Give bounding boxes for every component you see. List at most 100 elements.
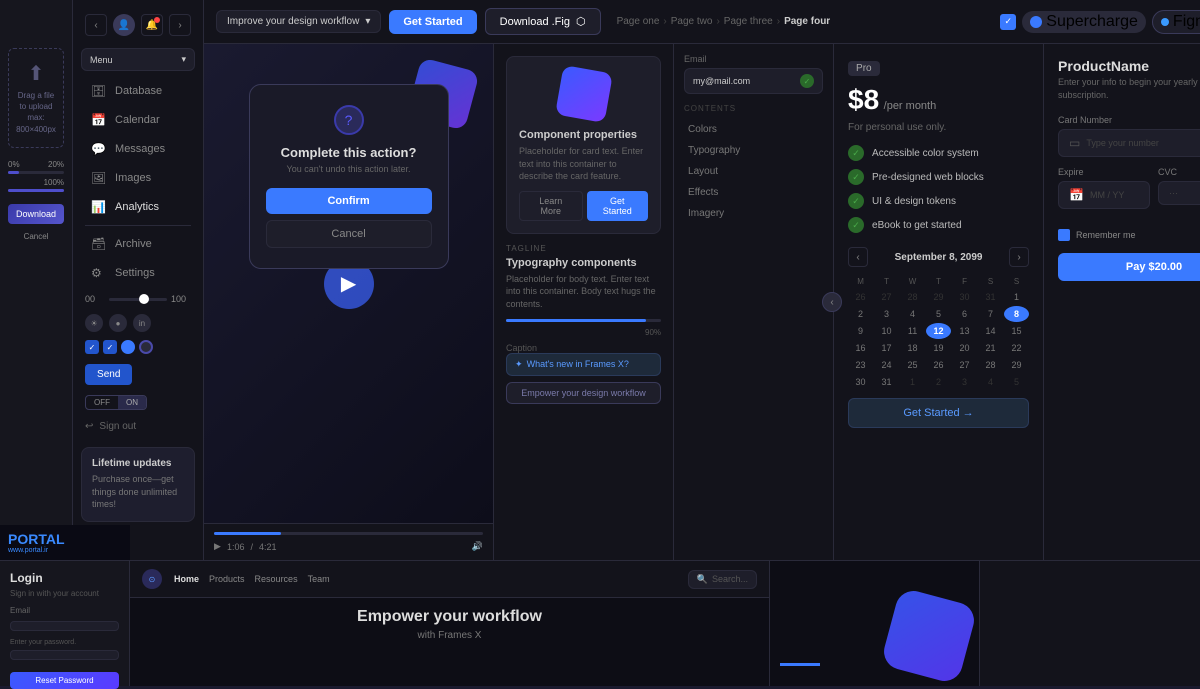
cal-day-cell[interactable]: 2: [848, 306, 873, 322]
cal-day-cell[interactable]: 20: [952, 340, 977, 356]
cal-day-cell[interactable]: 1: [1004, 289, 1029, 305]
cal-day-cell[interactable]: 6: [952, 306, 977, 322]
pay-button[interactable]: Pay $20.00: [1058, 253, 1200, 281]
slider-track[interactable]: [109, 298, 167, 301]
cal-day-cell[interactable]: 7: [978, 306, 1003, 322]
play-icon[interactable]: ▶: [214, 541, 221, 552]
cancel-button[interactable]: Cancel: [266, 220, 432, 248]
cal-day-cell[interactable]: 23: [848, 357, 873, 373]
cal-day-cell[interactable]: 26: [926, 357, 951, 373]
empower-button[interactable]: Empower your design workflow: [506, 382, 661, 404]
send-button[interactable]: Send: [85, 364, 132, 385]
cancel-link[interactable]: Cancel: [8, 232, 64, 241]
cal-day-cell[interactable]: 5: [1004, 374, 1029, 390]
cal-day-cell[interactable]: 29: [1004, 357, 1029, 373]
volume-icon[interactable]: 🔊: [472, 541, 483, 552]
upload-download-button[interactable]: Download: [8, 204, 64, 224]
cal-day-cell[interactable]: 25: [900, 357, 925, 373]
card-number-input[interactable]: ▭ Type your number: [1058, 129, 1200, 157]
chevron-left-button[interactable]: ‹: [822, 292, 842, 312]
cal-day-cell[interactable]: 27: [874, 289, 899, 305]
get-started-sm-button[interactable]: Get Started: [587, 191, 649, 221]
workflow-dropdown[interactable]: Improve your design workflow ▾: [216, 10, 381, 33]
video-progress[interactable]: [214, 532, 483, 535]
cal-day-cell[interactable]: 14: [978, 323, 1003, 339]
reset-password-button[interactable]: Reset Password: [10, 672, 119, 689]
supercharge-toggle[interactable]: Supercharge: [1022, 11, 1146, 33]
sidebar-item-database[interactable]: 🗄 Database: [79, 77, 197, 105]
toggle-off[interactable]: OFF: [86, 396, 118, 409]
cal-next-button[interactable]: ›: [1009, 247, 1029, 267]
sidebar-item-archive[interactable]: 🗃 Archive: [79, 230, 197, 258]
breadcrumb-item[interactable]: Page one: [617, 16, 660, 27]
sidebar-item-settings[interactable]: ⚙ Settings: [79, 259, 197, 287]
linkedin-icon[interactable]: in: [133, 314, 151, 332]
whats-new-button[interactable]: ✦ What's new in Frames X?: [506, 353, 661, 376]
pro-get-started-button[interactable]: Get Started →: [848, 398, 1029, 428]
cal-day-cell[interactable]: 8: [1004, 306, 1029, 322]
cal-day-cell[interactable]: 11: [900, 323, 925, 339]
web-search-bar[interactable]: 🔍 Search...: [688, 570, 757, 589]
nav-back-button[interactable]: ‹: [85, 14, 107, 36]
cal-prev-button[interactable]: ‹: [848, 247, 868, 267]
login-password-input[interactable]: [10, 650, 119, 660]
cal-day-cell[interactable]: 31: [978, 289, 1003, 305]
cal-day-cell[interactable]: 30: [848, 374, 873, 390]
cal-day-cell[interactable]: 15: [1004, 323, 1029, 339]
cal-day-cell[interactable]: 5: [926, 306, 951, 322]
cal-day-cell[interactable]: 26: [848, 289, 873, 305]
upload-area[interactable]: ⬆ Drag a file to uploadmax: 800×400px: [8, 48, 64, 148]
download-fig-button[interactable]: Download .Fig ⬡: [485, 8, 601, 35]
cal-day-cell[interactable]: 24: [874, 357, 899, 373]
contents-item-typography[interactable]: Typography: [684, 140, 823, 161]
cal-day-cell[interactable]: 1: [900, 374, 925, 390]
cal-day-cell[interactable]: 17: [874, 340, 899, 356]
cal-day-cell[interactable]: 9: [848, 323, 873, 339]
email-input[interactable]: my@mail.com ✓: [684, 68, 823, 94]
sidebar-item-images[interactable]: 🖼 Images: [79, 164, 197, 192]
nav-notification-button[interactable]: 🔔: [141, 14, 163, 36]
cal-day-cell[interactable]: 29: [926, 289, 951, 305]
radio-2[interactable]: [139, 340, 153, 354]
nav-forward-button[interactable]: ›: [169, 14, 191, 36]
get-started-button[interactable]: Get Started: [389, 10, 476, 34]
cal-day-cell[interactable]: 19: [926, 340, 951, 356]
cal-day-cell[interactable]: 16: [848, 340, 873, 356]
contents-item-effects[interactable]: Effects: [684, 182, 823, 203]
checkbox-1[interactable]: ✓: [85, 340, 99, 354]
sidebar-item-calendar[interactable]: 📅 Calendar: [79, 106, 197, 134]
cal-day-cell[interactable]: 12: [926, 323, 951, 339]
cal-day-cell[interactable]: 13: [952, 323, 977, 339]
web-nav-resources[interactable]: Resources: [255, 574, 298, 584]
confirm-button[interactable]: Confirm: [266, 188, 432, 214]
contents-item-layout[interactable]: Layout: [684, 161, 823, 182]
nav-dropdown[interactable]: Menu ▾: [81, 48, 195, 71]
cal-day-cell[interactable]: 18: [900, 340, 925, 356]
cal-day-cell[interactable]: 31: [874, 374, 899, 390]
web-nav-home[interactable]: Home: [174, 574, 199, 584]
cal-day-cell[interactable]: 28: [978, 357, 1003, 373]
cal-day-cell[interactable]: 4: [978, 374, 1003, 390]
web-nav-team[interactable]: Team: [308, 574, 330, 584]
cal-day-cell[interactable]: 30: [952, 289, 977, 305]
cal-day-cell[interactable]: 10: [874, 323, 899, 339]
breadcrumb-item[interactable]: Page two: [671, 16, 713, 27]
remember-checkbox[interactable]: [1058, 229, 1070, 241]
contents-item-imagery[interactable]: Imagery: [684, 203, 823, 224]
toggle-off-on[interactable]: OFF ON: [85, 395, 147, 410]
cal-day-cell[interactable]: 28: [900, 289, 925, 305]
cal-day-cell[interactable]: 27: [952, 357, 977, 373]
sun-icon[interactable]: ☀: [85, 314, 103, 332]
cal-day-cell[interactable]: 3: [874, 306, 899, 322]
breadcrumb-item[interactable]: Page three: [724, 16, 773, 27]
radio-1[interactable]: [121, 340, 135, 354]
login-email-input[interactable]: [10, 621, 119, 631]
toggle-on[interactable]: ON: [118, 396, 146, 409]
web-nav-products[interactable]: Products: [209, 574, 245, 584]
cal-day-cell[interactable]: 21: [978, 340, 1003, 356]
sidebar-item-analytics[interactable]: 📊 Analytics: [79, 193, 197, 221]
cal-day-cell[interactable]: 2: [926, 374, 951, 390]
cal-day-cell[interactable]: 3: [952, 374, 977, 390]
cvc-input[interactable]: ···: [1158, 181, 1200, 205]
contents-item-colors[interactable]: Colors: [684, 119, 823, 140]
